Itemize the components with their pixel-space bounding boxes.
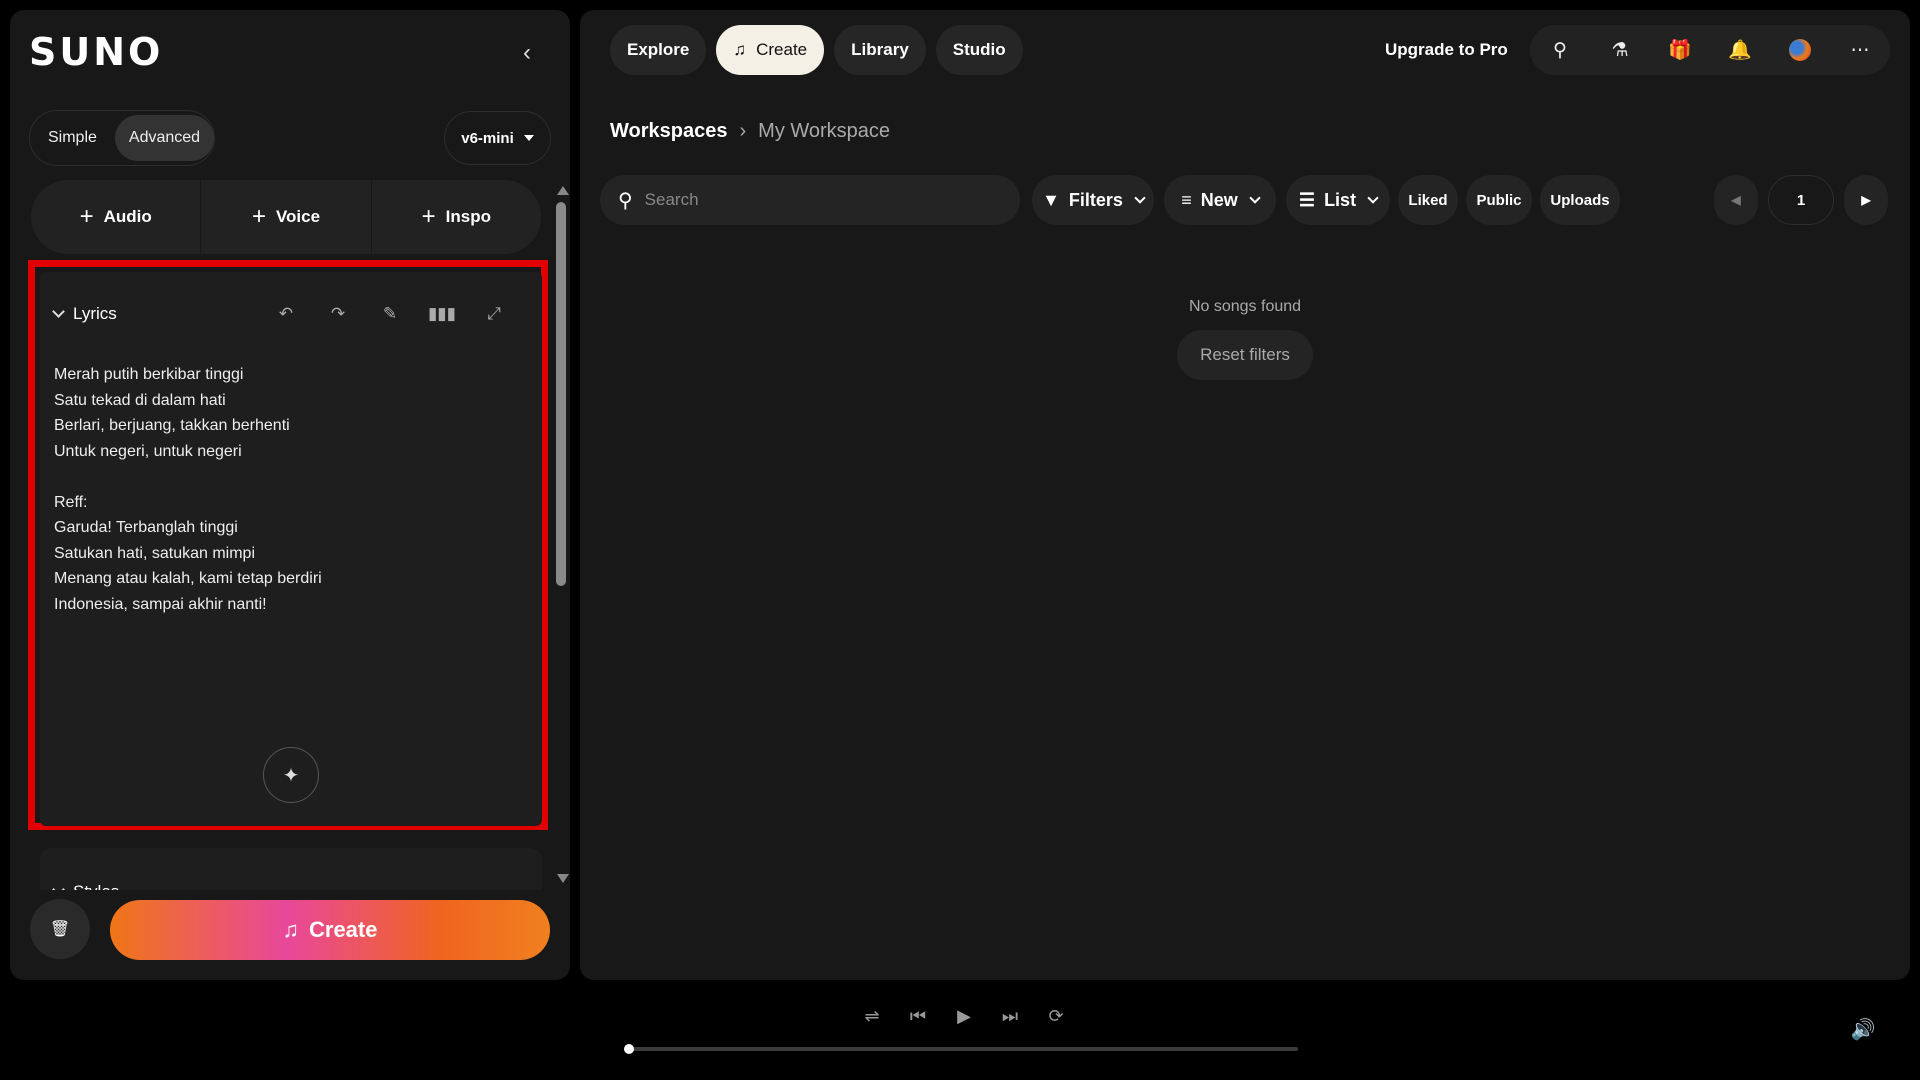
upgrade-link[interactable]: Upgrade to Pro [1385, 40, 1508, 60]
music-note-icon: ♫ [733, 40, 747, 59]
chevron-down-icon [1249, 191, 1261, 204]
list-icon: ☰ [1298, 189, 1316, 210]
filter-icon: ▼ [1042, 189, 1060, 210]
progress-knob[interactable] [624, 1044, 634, 1054]
more-icon[interactable]: ⋯ [1840, 30, 1880, 70]
player-controls: ⇌ ⏮ ▶ ⏭ ⟳ [860, 1004, 1068, 1028]
edit-icon[interactable]: ✎ [374, 298, 406, 330]
lyrics-header[interactable]: Lyrics [52, 304, 117, 324]
chevron-down-icon [52, 304, 65, 318]
chevron-down-icon [1134, 191, 1146, 204]
search-bar: ⚲ [600, 175, 1020, 225]
reset-filters-button[interactable]: Reset filters [1177, 330, 1313, 380]
breadcrumb: Workspaces › My Workspace [610, 120, 890, 143]
nav-library[interactable]: Library [834, 25, 926, 75]
create-sidebar: SUNO ‹ Simple Advanced v6-mini + Audio +… [10, 10, 570, 980]
view-label: List [1324, 189, 1357, 210]
lyrics-textarea[interactable]: Merah putih berkibar tinggi Satu tekad d… [54, 362, 494, 617]
expand-icon[interactable]: ⤢ [478, 298, 510, 330]
scroll-up-icon[interactable] [557, 186, 569, 195]
chevron-down-icon [52, 882, 65, 890]
model-version-select[interactable]: v6-mini [444, 111, 551, 165]
next-page-icon[interactable]: ▶ [1844, 175, 1888, 225]
add-inspo-label: Inspo [445, 207, 491, 226]
next-icon[interactable]: ⏭ [998, 1004, 1022, 1028]
add-source-row: + Audio + Voice + Inspo [31, 180, 541, 254]
nav-create[interactable]: ♫ Create [716, 25, 825, 75]
plus-icon: + [251, 203, 266, 230]
mode-toggle: Simple Advanced [29, 110, 215, 166]
previous-icon[interactable]: ⏮ [906, 1004, 930, 1028]
nav-explore[interactable]: Explore [610, 25, 707, 75]
create-song-label: Create [309, 917, 378, 942]
gift-icon[interactable]: 🎁 [1660, 30, 1700, 70]
breadcrumb-current: My Workspace [758, 120, 891, 142]
workspace-main: Explore ♫ Create Library Studio Upgrade … [580, 10, 1910, 980]
plus-icon: + [79, 203, 94, 230]
model-version-label: v6-mini [461, 129, 514, 147]
collapse-sidebar-icon[interactable]: ‹ [515, 39, 539, 66]
sort-label: New [1200, 189, 1238, 210]
add-voice-button[interactable]: + Voice [201, 180, 372, 254]
flask-icon[interactable]: ⚗ [1600, 30, 1640, 70]
styles-title: Styles [73, 882, 119, 890]
lyrics-title: Lyrics [73, 304, 117, 323]
view-button[interactable]: ☰ List [1286, 175, 1390, 225]
avatar-image [1789, 39, 1811, 61]
sort-icon: ≡ [1181, 189, 1192, 210]
library-icon[interactable]: ▮▮▮ [426, 298, 458, 330]
trash-icon: 🗑 [49, 921, 71, 938]
lyrics-toolbar: ↶ ↷ ✎ ▮▮▮ ⤢ [270, 298, 510, 330]
breadcrumb-workspaces[interactable]: Workspaces [610, 120, 727, 143]
scroll-down-icon[interactable] [557, 874, 569, 883]
filters-button[interactable]: ▼ Filters [1032, 175, 1154, 225]
styles-panel: Styles [40, 848, 542, 890]
chevron-right-icon: › [739, 120, 747, 142]
styles-header[interactable]: Styles [52, 882, 119, 890]
undo-icon[interactable]: ↶ [270, 298, 302, 330]
redo-icon[interactable]: ↷ [322, 298, 354, 330]
search-icon: ⚲ [618, 189, 633, 212]
top-nav: Explore ♫ Create Library Studio [610, 25, 1023, 75]
play-icon[interactable]: ▶ [952, 1004, 976, 1028]
suno-logo[interactable]: SUNO [29, 30, 163, 74]
sparkle-icon[interactable]: ✦ [263, 747, 319, 803]
shuffle-icon[interactable]: ⇌ [860, 1004, 884, 1028]
plus-icon: + [421, 203, 436, 230]
clear-trash-button[interactable]: 🗑 [30, 899, 90, 959]
header-icon-bar: ⚲ ⚗ 🎁 🔔 ⋯ [1530, 25, 1890, 75]
search-input[interactable] [644, 190, 985, 210]
avatar[interactable] [1780, 30, 1820, 70]
lyrics-panel: Lyrics ↶ ↷ ✎ ▮▮▮ ⤢ Merah putih berkibar … [40, 272, 542, 826]
progress-bar[interactable] [626, 1047, 1298, 1051]
music-note-icon: ♫ [282, 917, 300, 942]
page-number: 1 [1768, 175, 1834, 225]
empty-state-text: No songs found [1188, 298, 1302, 315]
sort-button[interactable]: ≡ New [1164, 175, 1276, 225]
search-icon[interactable]: ⚲ [1540, 30, 1580, 70]
caret-down-icon [523, 135, 534, 141]
add-audio-label: Audio [103, 207, 152, 226]
advanced-mode-button[interactable]: Advanced [114, 115, 215, 161]
simple-mode-button[interactable]: Simple [34, 115, 111, 161]
scrollbar-thumb[interactable] [556, 202, 566, 586]
bell-icon[interactable]: 🔔 [1720, 30, 1760, 70]
prev-page-icon[interactable]: ◀ [1714, 175, 1758, 225]
add-inspo-button[interactable]: + Inspo [372, 180, 541, 254]
filters-label: Filters [1068, 189, 1123, 210]
public-filter-button[interactable]: Public [1466, 175, 1532, 225]
add-audio-button[interactable]: + Audio [31, 180, 202, 254]
add-voice-label: Voice [275, 207, 321, 226]
liked-filter-button[interactable]: Liked [1398, 175, 1458, 225]
repeat-icon[interactable]: ⟳ [1044, 1004, 1068, 1028]
nav-studio[interactable]: Studio [935, 25, 1023, 75]
create-song-button[interactable]: ♫ Create [110, 900, 550, 960]
uploads-filter-button[interactable]: Uploads [1540, 175, 1620, 225]
volume-icon[interactable]: 🔊 [1850, 1016, 1876, 1042]
chevron-down-icon [1367, 191, 1379, 204]
nav-create-label: Create [756, 40, 808, 59]
sidebar-scrollbar[interactable] [554, 178, 569, 890]
